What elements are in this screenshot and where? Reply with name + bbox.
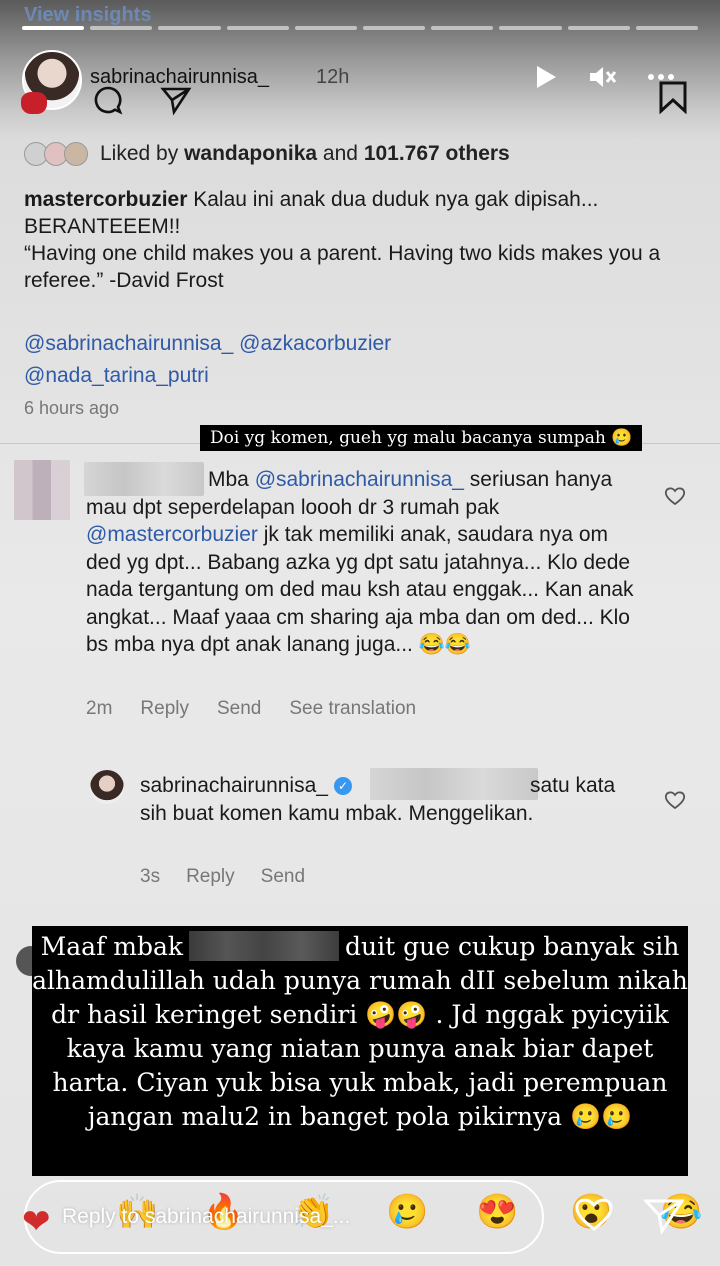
heart-icon[interactable]	[574, 1196, 614, 1242]
comment-meta: 2m Reply Send See translation	[86, 698, 416, 720]
story-time: 12h	[316, 66, 350, 88]
avatar-dress	[21, 92, 47, 114]
likes-user[interactable]: wandaponika	[184, 142, 317, 165]
likes-count[interactable]: 101.767 others	[364, 142, 510, 165]
tag-link[interactable]: @nada_tarina_putri	[24, 364, 209, 387]
comment-time: 2m	[86, 698, 113, 719]
progress-segment	[90, 26, 153, 30]
comment-mention[interactable]: @sabrinachairunnisa_	[255, 468, 464, 491]
sticker-text: Maaf mbak	[40, 932, 184, 961]
progress-segment	[567, 26, 630, 30]
caption-quote: “Having one child makes you a parent. Ha…	[24, 242, 661, 292]
progress-segment	[158, 26, 221, 30]
reply-reply-button[interactable]: Reply	[186, 866, 235, 888]
text-sticker: Doi yg komen, gueh yg malu bacanya sumpa…	[200, 425, 643, 451]
caption-username[interactable]: mastercorbuzier	[24, 188, 187, 211]
likes-prefix: Liked by	[100, 142, 185, 165]
story-avatar[interactable]	[21, 50, 82, 114]
progress-segment	[431, 26, 494, 30]
tag-link[interactable]: @azkacorbuzier	[239, 332, 391, 355]
share-icon	[160, 84, 192, 124]
play-icon[interactable]	[534, 64, 558, 96]
progress-segment	[226, 26, 289, 30]
heart-reaction-icon: ❤	[22, 1203, 51, 1241]
see-translation-button[interactable]: See translation	[289, 698, 416, 720]
like-comment-heart-icon[interactable]	[664, 486, 686, 512]
post-timestamp: 6 hours ago	[24, 398, 120, 418]
comment-reply-button[interactable]: Reply	[140, 698, 189, 720]
comment-lead: Mba	[208, 468, 255, 491]
story-screen: View insights sabrinachairunnisa_ 12h Li…	[0, 0, 720, 1266]
send-icon[interactable]	[642, 1198, 685, 1244]
liker-avatar	[64, 142, 88, 166]
reply-time: 3s	[140, 866, 161, 887]
more-icon[interactable]	[646, 64, 676, 96]
post-caption: mastercorbuzier Kalau ini anak dua duduk…	[24, 186, 694, 294]
progress-segment	[22, 26, 85, 30]
progress-segment	[294, 26, 358, 30]
sticker-text: duit gue cukup banyak sih alhamdulillah …	[32, 932, 688, 1131]
comment-text: Mba @sabrinachairunnisa_ seriusan hanya …	[86, 466, 646, 659]
story-progress	[22, 26, 699, 30]
likes-row[interactable]: Liked by wandaponika and 101.767 others	[24, 142, 510, 166]
progress-segment	[363, 26, 426, 30]
likes-mid: and	[317, 142, 364, 165]
comment-mention[interactable]: @mastercorbuzier	[86, 523, 258, 546]
comment-icon	[92, 84, 124, 124]
verified-badge-icon: ✓	[333, 777, 352, 795]
reply-avatar[interactable]	[90, 770, 124, 804]
reply-text: sabrinachairunnisa_ ✓ satu kata sih buat k…	[140, 772, 620, 827]
reply-meta: 3s Reply Send	[140, 866, 305, 888]
progress-segment	[635, 26, 699, 30]
caption-tags: @sabrinachairunnisa_ @azkacorbuzier @nad…	[24, 328, 391, 392]
comment-send-button[interactable]: Send	[217, 698, 261, 720]
mute-icon[interactable]	[588, 64, 618, 96]
response-text-sticker: Maaf mbak duit gue cukup banyak sih alham…	[32, 926, 688, 1176]
censor-block	[189, 931, 340, 961]
tag-link[interactable]: @sabrinachairunnisa_	[24, 332, 233, 355]
reply-placeholder: Reply to sabrinachairunnisa_...	[62, 1205, 351, 1228]
view-insights-link[interactable]: View insights	[24, 4, 151, 27]
progress-segment	[499, 26, 562, 30]
reply-send-button[interactable]: Send	[261, 866, 305, 888]
likes-text: Liked by wandaponika and 101.767 others	[100, 142, 510, 166]
commenter-avatar-blurred[interactable]	[14, 460, 70, 520]
like-reply-heart-icon[interactable]	[664, 790, 686, 816]
reply-username[interactable]: sabrinachairunnisa_	[140, 774, 328, 797]
